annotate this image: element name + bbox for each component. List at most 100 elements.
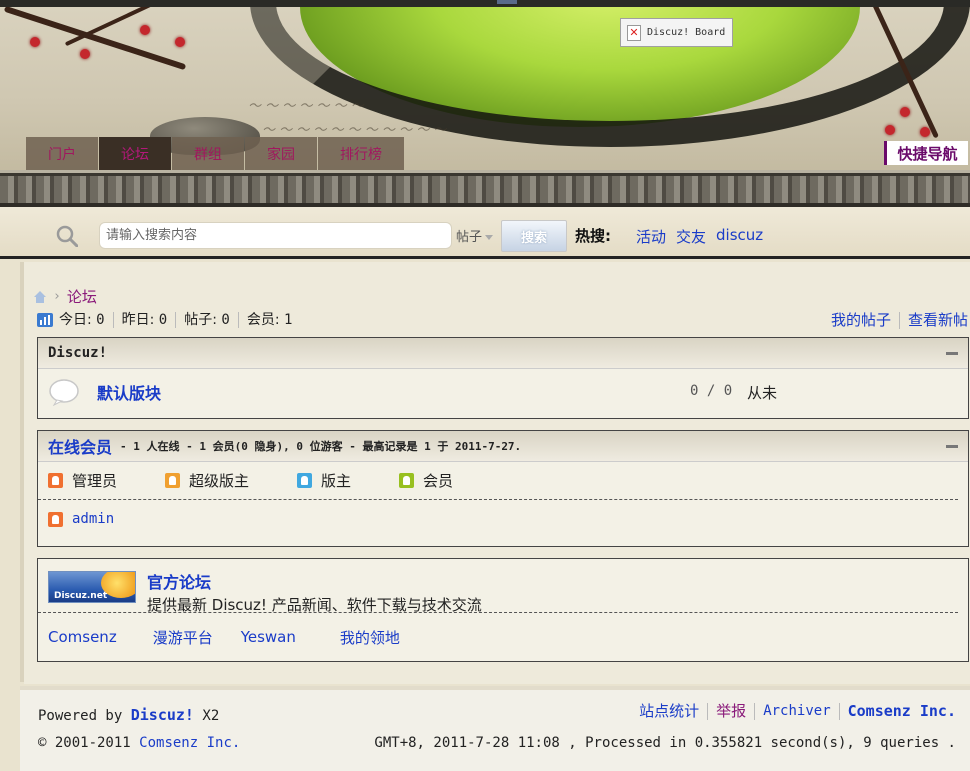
blossom	[175, 37, 185, 47]
search-type-select[interactable]: 帖子	[456, 226, 494, 245]
comsenz-footer-link[interactable]: Comsenz Inc.	[840, 703, 956, 720]
hot-search-link[interactable]: 交友	[676, 226, 706, 247]
nav-item-portal[interactable]: 门户	[26, 137, 98, 170]
stat-members: 会员: 1	[239, 312, 301, 328]
home-icon[interactable]	[33, 290, 47, 304]
legend-admin-label: 管理员	[72, 472, 118, 490]
friend-link-yeswan[interactable]: Yeswan	[241, 628, 296, 646]
copyright: © 2001-2011 Comsenz Inc.	[38, 735, 240, 751]
admin-user-icon	[48, 511, 63, 527]
stat-yesterday: 昨日: 0	[114, 312, 177, 328]
online-summary: - 1 人在线 - 1 会员(0 隐身), 0 位游客 - 最高记录是 1 于 …	[120, 440, 522, 453]
stat-posts-label: 帖子:	[184, 312, 217, 328]
site-stats-link[interactable]: 站点统计	[631, 703, 709, 720]
banner-verse: 〜 〜 〜 〜 〜 〜 〜	[248, 99, 364, 114]
legend-super-moderator-label: 超级版主	[189, 472, 250, 490]
forum-bubble-icon	[49, 379, 79, 406]
admin-user-icon	[48, 473, 63, 488]
new-posts-link[interactable]: 查看新帖	[900, 312, 968, 329]
friend-link-my-domain[interactable]: 我的领地	[340, 627, 400, 648]
blossom	[920, 127, 930, 137]
official-forum-link[interactable]: 官方论坛	[147, 569, 482, 593]
friend-links-box: Discuz.net 官方论坛 提供最新 Discuz! 产品新闻、软件下载与技…	[37, 558, 969, 662]
forum-stats: 今日: 0 昨日: 0 帖子: 0 会员: 1	[37, 312, 300, 328]
forum-name-link[interactable]: 默认版块	[97, 380, 161, 404]
blossom	[140, 25, 150, 35]
official-forum-desc: 提供最新 Discuz! 产品新闻、软件下载与技术交流	[147, 596, 482, 614]
archiver-link[interactable]: Archiver	[755, 703, 840, 720]
search-button[interactable]: 搜索	[501, 220, 567, 252]
site-logo-alt: Discuz! Board	[647, 27, 726, 38]
banner-branch-left-2	[64, 7, 176, 47]
stat-yesterday-label: 昨日:	[121, 312, 155, 328]
super-moderator-user-icon	[165, 473, 181, 488]
stat-posts-value: 0	[221, 312, 230, 328]
nav-item-forum[interactable]: 论坛	[99, 137, 171, 170]
friend-links-list: Comsenz 漫游平台 Yeswan 我的领地	[38, 613, 968, 661]
stat-members-label: 会员:	[246, 312, 280, 328]
legend-member-label: 会员	[423, 472, 454, 490]
top-links: 我的帖子 查看新帖	[823, 312, 968, 329]
stat-today-label: 今日:	[59, 312, 92, 328]
chart-icon	[37, 313, 53, 327]
forum-row: 默认版块 0 / 0 从未	[38, 369, 968, 415]
blossom	[900, 107, 910, 117]
friend-link-comsenz[interactable]: Comsenz	[48, 628, 117, 646]
runtime-info: GMT+8, 2011-7-28 11:08 , Processed in 0.…	[374, 735, 956, 751]
discuz-brand-link[interactable]: Discuz!	[131, 706, 194, 724]
hot-search-link[interactable]: 活动	[636, 226, 666, 247]
legend-admin: 管理员	[48, 470, 117, 491]
my-posts-link[interactable]: 我的帖子	[823, 312, 900, 329]
discuz-version: X2	[202, 708, 220, 724]
site-logo[interactable]: ✕ Discuz! Board	[620, 18, 733, 47]
legend-moderator: 版主	[297, 470, 351, 491]
online-user-link[interactable]: admin	[72, 511, 114, 527]
collapse-icon[interactable]	[946, 352, 958, 355]
online-box: 在线会员 - 1 人在线 - 1 会员(0 隐身), 0 位游客 - 最高记录是…	[37, 430, 969, 547]
hot-search-label: 热搜:	[575, 227, 611, 245]
member-legend: 管理员 超级版主 版主 会员	[38, 462, 958, 500]
online-user-row: admin	[38, 500, 968, 538]
discuz-net-logo[interactable]: Discuz.net	[48, 571, 136, 603]
nav-item-home[interactable]: 家园	[245, 137, 317, 170]
hot-search-link[interactable]: discuz	[716, 226, 763, 244]
blossom	[885, 125, 895, 135]
category-box: Discuz! 默认版块 0 / 0 从未	[37, 337, 969, 419]
powered-prefix: Powered by	[38, 708, 123, 724]
footer: Powered by Discuz! X2 © 2001-2011 Comsen…	[20, 686, 970, 771]
category-title[interactable]: Discuz!	[48, 345, 107, 361]
official-forum-info: 官方论坛 提供最新 Discuz! 产品新闻、软件下载与技术交流	[147, 569, 482, 614]
stat-yesterday-value: 0	[158, 312, 168, 328]
logo-text: Discuz.net	[54, 591, 108, 601]
legend-moderator-label: 版主	[321, 472, 352, 490]
official-forum: Discuz.net 官方论坛 提供最新 Discuz! 产品新闻、软件下载与技…	[38, 559, 958, 614]
copyright-prefix: © 2001-2011	[38, 735, 131, 751]
powered-by: Powered by Discuz! X2	[38, 706, 219, 724]
search-icon	[56, 225, 78, 247]
breadcrumb-forum[interactable]: 论坛	[67, 286, 97, 307]
report-link[interactable]: 举报	[708, 703, 756, 720]
company-link[interactable]: Comsenz Inc.	[139, 735, 240, 751]
legend-member: 会员	[399, 470, 453, 491]
member-user-icon	[399, 473, 415, 488]
footer-links: 站点统计 举报 Archiver Comsenz Inc.	[631, 703, 956, 720]
quick-nav-button[interactable]: 快捷导航	[884, 141, 968, 165]
breadcrumb-separator: ›	[53, 289, 61, 304]
search-input[interactable]	[99, 222, 452, 249]
legend-super-moderator: 超级版主	[165, 470, 249, 491]
forum-counts: 0 / 0	[690, 383, 733, 399]
collapse-icon[interactable]	[946, 445, 958, 448]
online-title-link[interactable]: 在线会员	[48, 434, 112, 458]
friend-link-manyou[interactable]: 漫游平台	[153, 627, 213, 648]
search-type-label: 帖子	[456, 230, 483, 245]
breadcrumb: › 论坛	[33, 286, 97, 307]
nav-item-ranking[interactable]: 排行榜	[318, 137, 404, 170]
online-header: 在线会员 - 1 人在线 - 1 会员(0 隐身), 0 位游客 - 最高记录是…	[38, 431, 968, 462]
stat-posts: 帖子: 0	[176, 312, 239, 328]
stat-today-value: 0	[96, 312, 105, 328]
blossom	[30, 37, 40, 47]
nav-item-groups[interactable]: 群组	[172, 137, 244, 170]
top-bar-mark	[497, 0, 517, 4]
roof-tiles	[0, 173, 970, 207]
search-bar: 帖子 搜索 热搜: 活动 交友 discuz	[0, 207, 970, 259]
